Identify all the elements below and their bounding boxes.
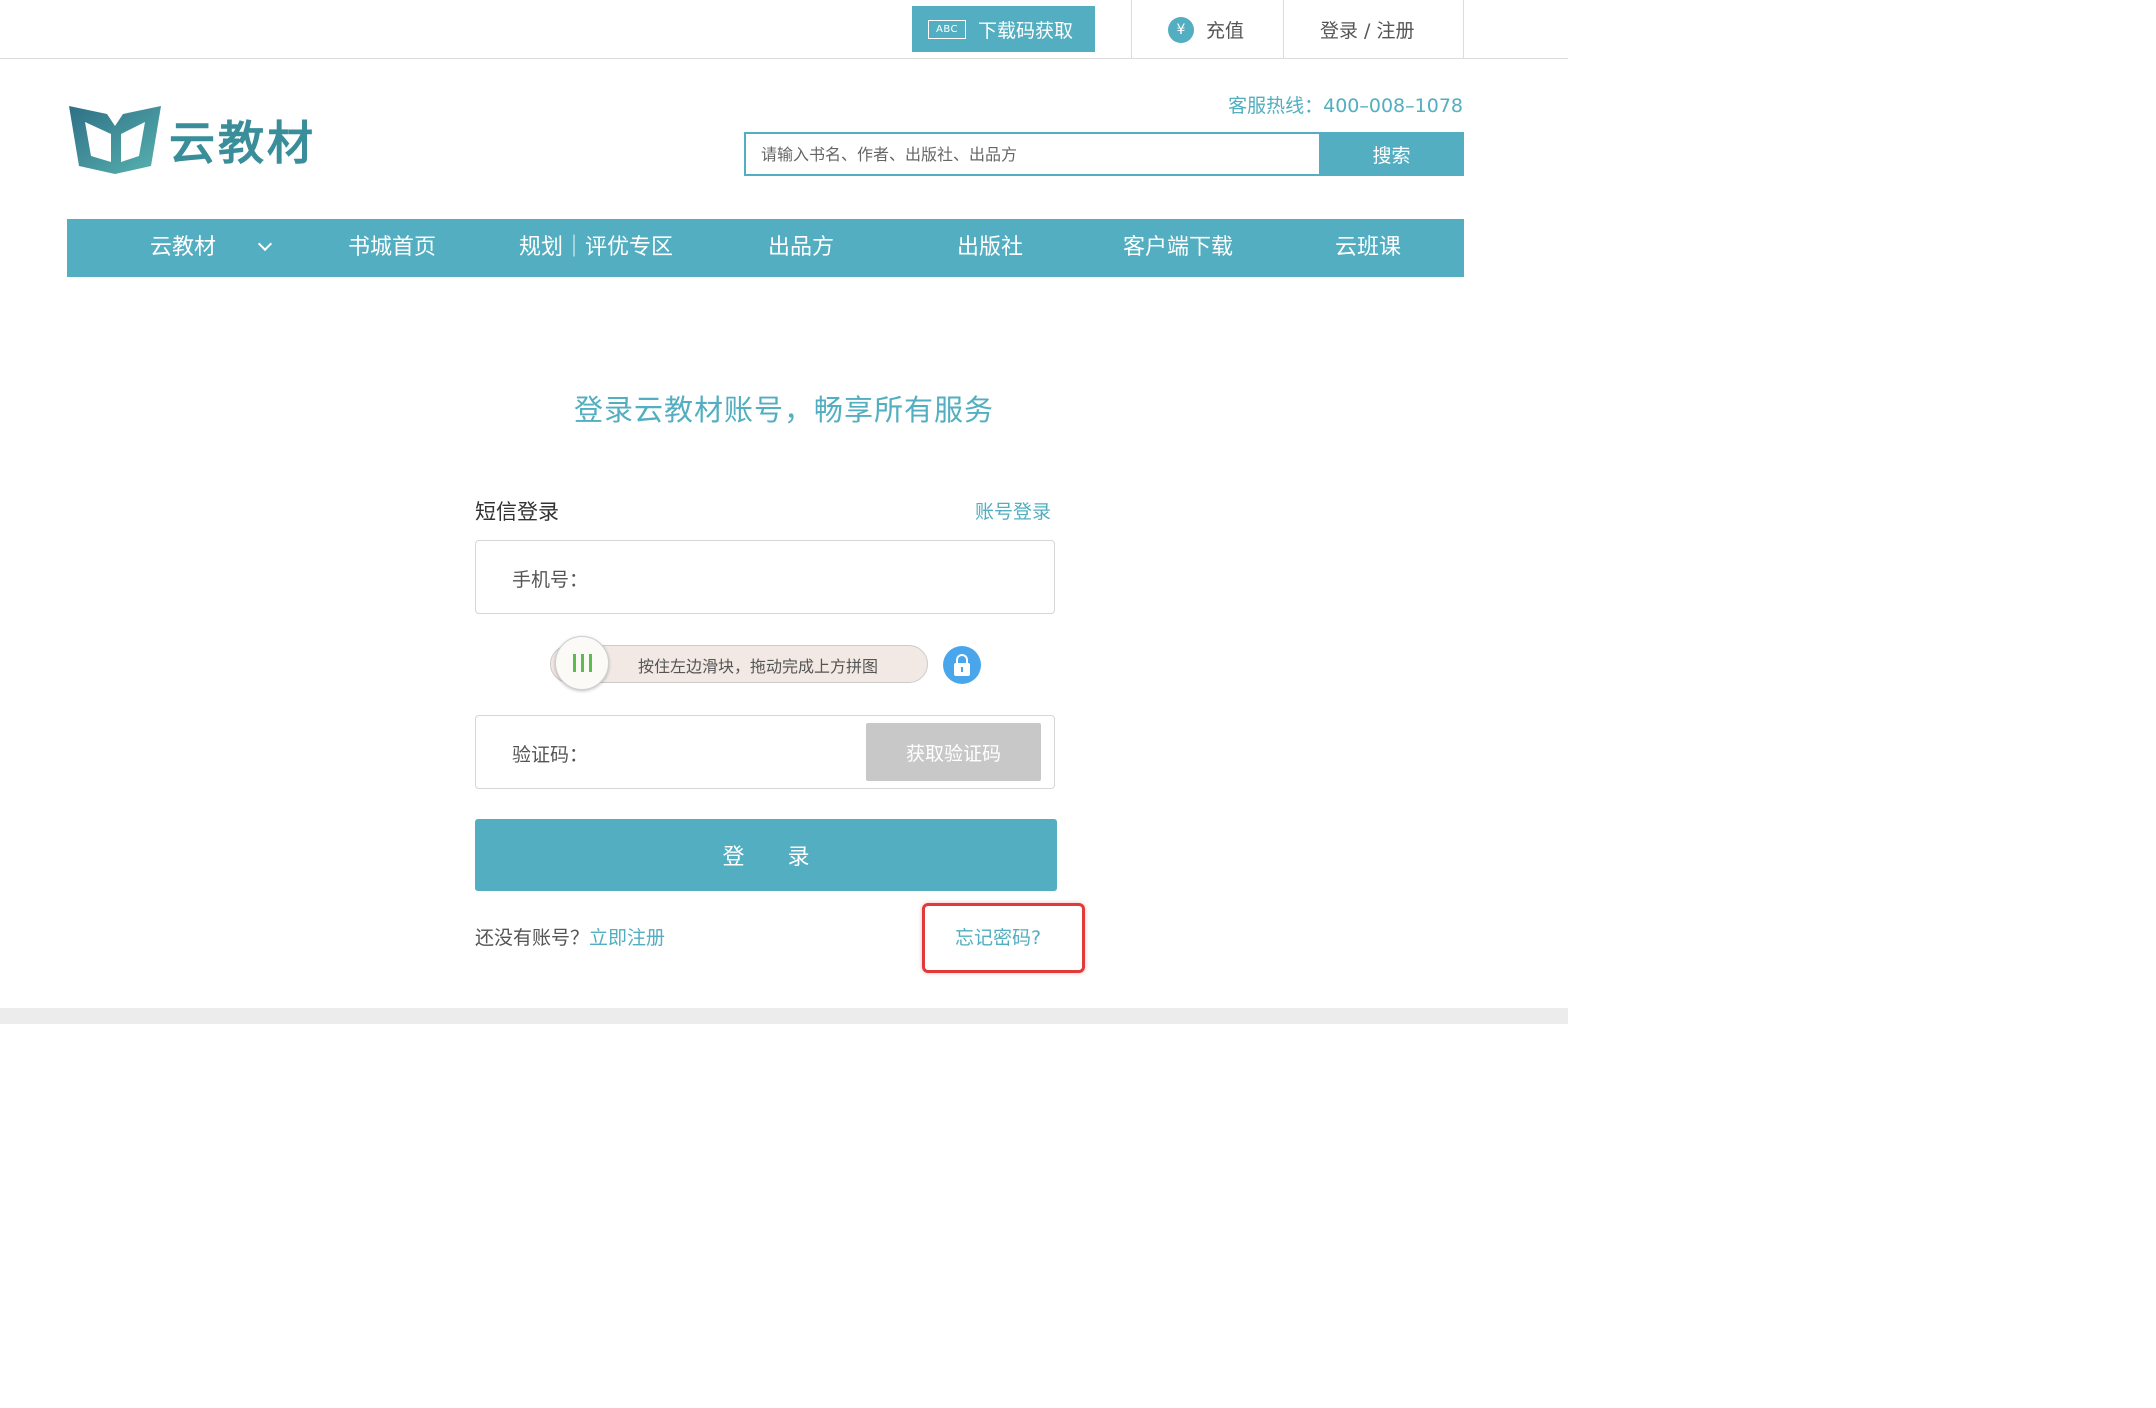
download-code-label: 下载码获取	[978, 19, 1074, 42]
no-account-text: 还没有账号？立即注册	[475, 923, 665, 950]
register-link[interactable]: 立即注册	[589, 927, 665, 949]
search-button[interactable]: 搜索	[1319, 132, 1464, 176]
divider	[1283, 0, 1284, 58]
search-bar: 搜索	[744, 132, 1464, 176]
captcha-slider-text: 按住左边滑块，拖动完成上方拼图	[638, 657, 879, 676]
nav-item-client-download[interactable]: 客户端下载	[1123, 219, 1233, 277]
search-input[interactable]	[744, 132, 1319, 176]
download-code-button[interactable]: ABC 下载码获取	[912, 6, 1095, 52]
main-nav: 云教材 书城首页 规划｜评优专区 出品方 出版社 客户端下载 云班课	[67, 219, 1464, 277]
nav-item-yunjiaocai[interactable]: 云教材	[150, 219, 273, 277]
recharge-label: 充值	[1206, 20, 1245, 42]
abc-icon: ABC	[928, 19, 966, 39]
nav-item-label: 云教材	[150, 235, 217, 260]
get-code-button[interactable]: 获取验证码	[866, 723, 1041, 781]
footer-strip	[0, 1008, 1568, 1024]
grip-icon	[572, 654, 592, 672]
book-logo-icon	[69, 106, 161, 174]
no-account-label: 还没有账号？	[475, 927, 590, 949]
logo-text: 云教材	[169, 116, 316, 170]
nav-item-producers[interactable]: 出品方	[768, 219, 834, 277]
form-title: 短信登录	[475, 500, 559, 524]
code-label: 验证码：	[512, 744, 589, 766]
login-register-link[interactable]: 登录 / 注册	[1320, 16, 1414, 43]
top-bar: ABC 下载码获取 ¥ 充值 登录 / 注册	[0, 0, 1568, 59]
phone-field[interactable]: 手机号：	[475, 540, 1055, 614]
page-headline: 登录云教材账号，畅享所有服务	[573, 393, 994, 427]
divider	[1131, 0, 1132, 58]
nav-item-publishers[interactable]: 出版社	[957, 219, 1023, 277]
recharge-link[interactable]: ¥ 充值	[1168, 16, 1244, 43]
phone-label: 手机号：	[512, 569, 589, 591]
nav-item-planning[interactable]: 规划｜评优专区	[519, 219, 673, 277]
yen-icon: ¥	[1168, 16, 1194, 43]
nav-item-bookstore[interactable]: 书城首页	[348, 219, 436, 277]
site-logo[interactable]: 云教材	[67, 104, 316, 176]
divider	[1463, 0, 1464, 58]
forgot-password-link[interactable]: 忘记密码?	[955, 923, 1041, 950]
captcha-slider-handle[interactable]	[555, 636, 609, 690]
login-button[interactable]: 登 录	[475, 819, 1057, 891]
account-login-link[interactable]: 账号登录	[975, 497, 1051, 524]
lock-icon	[943, 646, 981, 684]
nav-item-yunbanke[interactable]: 云班课	[1335, 219, 1401, 277]
chevron-down-icon	[257, 236, 273, 252]
hotline: 客服热线：400–008–1078	[1228, 95, 1463, 117]
